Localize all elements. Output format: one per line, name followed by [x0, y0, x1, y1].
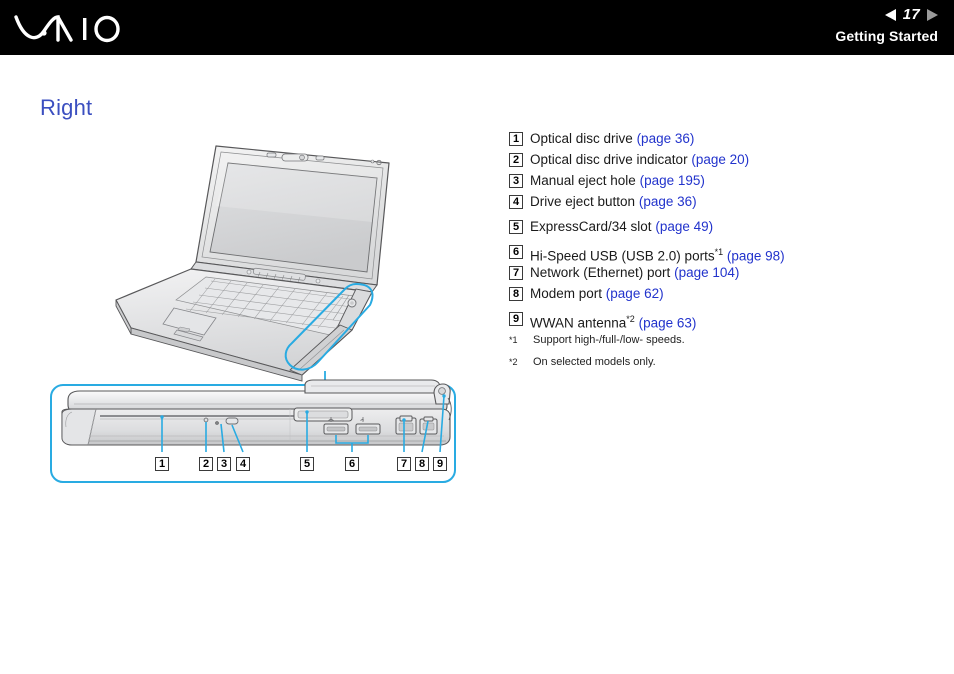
legend-number-box: 3: [509, 174, 523, 188]
page-number: 17: [902, 6, 920, 23]
callout-number-9: 9: [433, 457, 447, 471]
footnote-marker: *1: [714, 247, 724, 257]
legend-list: 1 Optical disc drive (page 36) 2 Optical…: [509, 132, 929, 333]
callout-number-4: 4: [236, 457, 250, 471]
footnote-marker: *1: [509, 335, 518, 345]
laptop-open-three-quarter-view: [115, 145, 390, 389]
callout-number-6: 6: [345, 457, 359, 471]
footnote-text: On selected models only.: [533, 356, 656, 368]
legend-label: Network (Ethernet) port: [530, 265, 671, 280]
legend-label: ExpressCard/34 slot: [530, 219, 652, 234]
legend-label: Manual eject hole: [530, 173, 636, 188]
legend-item-8: 8 Modem port (page 62): [509, 287, 929, 308]
vaio-logo: [14, 9, 136, 47]
legend-item-text: Optical disc drive (page 36): [530, 132, 694, 146]
page-link[interactable]: (page 98): [727, 249, 785, 264]
footnote-marker: *2: [509, 357, 518, 367]
prev-page-arrow-icon[interactable]: [884, 8, 896, 21]
legend-item-text: Manual eject hole (page 195): [530, 174, 705, 188]
callout-number-3: 3: [217, 457, 231, 471]
legend-item-text: Hi-Speed USB (USB 2.0) ports*1 (page 98): [530, 245, 785, 264]
callout-number-5: 5: [300, 457, 314, 471]
wwan-antenna: [433, 383, 452, 421]
legend-item-text: WWAN antenna*2 (page 63): [530, 312, 696, 331]
callout-outline-laptop: [284, 282, 374, 371]
legend-label: Drive eject button: [530, 194, 636, 209]
page-link[interactable]: (page 195): [640, 173, 705, 188]
legend-item-6: 6 Hi-Speed USB (USB 2.0) ports*1 (page 9…: [509, 245, 929, 266]
laptop-right-side-detail-view: [50, 379, 456, 483]
callout-number-1: 1: [155, 457, 169, 471]
footnote-1: *1 Support high-/full-/low- speeds.: [509, 334, 929, 356]
legend-item-text: ExpressCard/34 slot (page 49): [530, 220, 713, 234]
ethernet-port: [395, 415, 417, 435]
callout-number-8: 8: [415, 457, 429, 471]
callout-number-2: 2: [199, 457, 213, 471]
legend-label: Modem port: [530, 286, 603, 301]
legend-item-7: 7 Network (Ethernet) port (page 104): [509, 266, 929, 287]
legend-number-box: 2: [509, 153, 523, 167]
section-title: Getting Started: [835, 28, 938, 44]
legend-number-box: 5: [509, 220, 523, 234]
modem-port: [419, 416, 438, 435]
header-right-group: 17 Getting Started: [738, 5, 938, 44]
legend-number-box: 1: [509, 132, 523, 146]
legend-number-box: 6: [509, 245, 523, 259]
legend-label: Optical disc drive: [530, 131, 633, 146]
callout-leader-lines: [161, 395, 445, 453]
page-link[interactable]: (page 63): [639, 316, 697, 331]
legend-item-4: 4 Drive eject button (page 36): [509, 195, 929, 216]
drive-eject-button: [225, 417, 239, 425]
page-navigation: 17: [738, 5, 938, 24]
legend-number-box: 4: [509, 195, 523, 209]
footnote-text: Support high-/full-/low- speeds.: [533, 334, 685, 346]
page-link[interactable]: (page 20): [691, 152, 749, 167]
legend-label: WWAN antenna: [530, 315, 627, 331]
optical-drive-indicator: [203, 417, 209, 423]
callout-anchor-dots: [160, 394, 446, 422]
page-header: 17 Getting Started: [0, 0, 954, 55]
legend-number-box: 9: [509, 312, 523, 326]
page-title: Right: [40, 95, 93, 120]
page-link[interactable]: (page 104): [674, 265, 739, 280]
page-link[interactable]: (page 36): [637, 131, 695, 146]
legend-item-5: 5 ExpressCard/34 slot (page 49): [509, 220, 929, 241]
legend-item-9: 9 WWAN antenna*2 (page 63): [509, 312, 929, 333]
legend-item-2: 2 Optical disc drive indicator (page 20): [509, 153, 929, 174]
manual-eject-hole: [215, 421, 219, 425]
legend-item-text: Modem port (page 62): [530, 287, 664, 301]
detail-panel-outline: [50, 384, 456, 483]
page-link[interactable]: (page 49): [655, 219, 713, 234]
callout-number-7: 7: [397, 457, 411, 471]
legend-item-text: Drive eject button (page 36): [530, 195, 697, 209]
legend-item-1: 1 Optical disc drive (page 36): [509, 132, 929, 153]
legend-item-3: 3 Manual eject hole (page 195): [509, 174, 929, 195]
expresscard-slot: [293, 407, 353, 422]
footnote-marker: *2: [626, 314, 635, 324]
footnote-2: *2 On selected models only.: [509, 356, 929, 378]
next-page-arrow-icon[interactable]: [927, 8, 938, 21]
footnotes-block: *1 Support high-/full-/low- speeds. *2 O…: [509, 334, 929, 378]
legend-item-text: Network (Ethernet) port (page 104): [530, 266, 739, 280]
legend-label: Optical disc drive indicator: [530, 152, 688, 167]
legend-label: Hi-Speed USB (USB 2.0) ports: [530, 248, 715, 264]
legend-number-box: 7: [509, 266, 523, 280]
page-link[interactable]: (page 62): [606, 286, 664, 301]
page-link[interactable]: (page 36): [639, 194, 697, 209]
legend-item-text: Optical disc drive indicator (page 20): [530, 153, 749, 167]
legend-number-box: 8: [509, 287, 523, 301]
usb-ports: [323, 417, 381, 435]
